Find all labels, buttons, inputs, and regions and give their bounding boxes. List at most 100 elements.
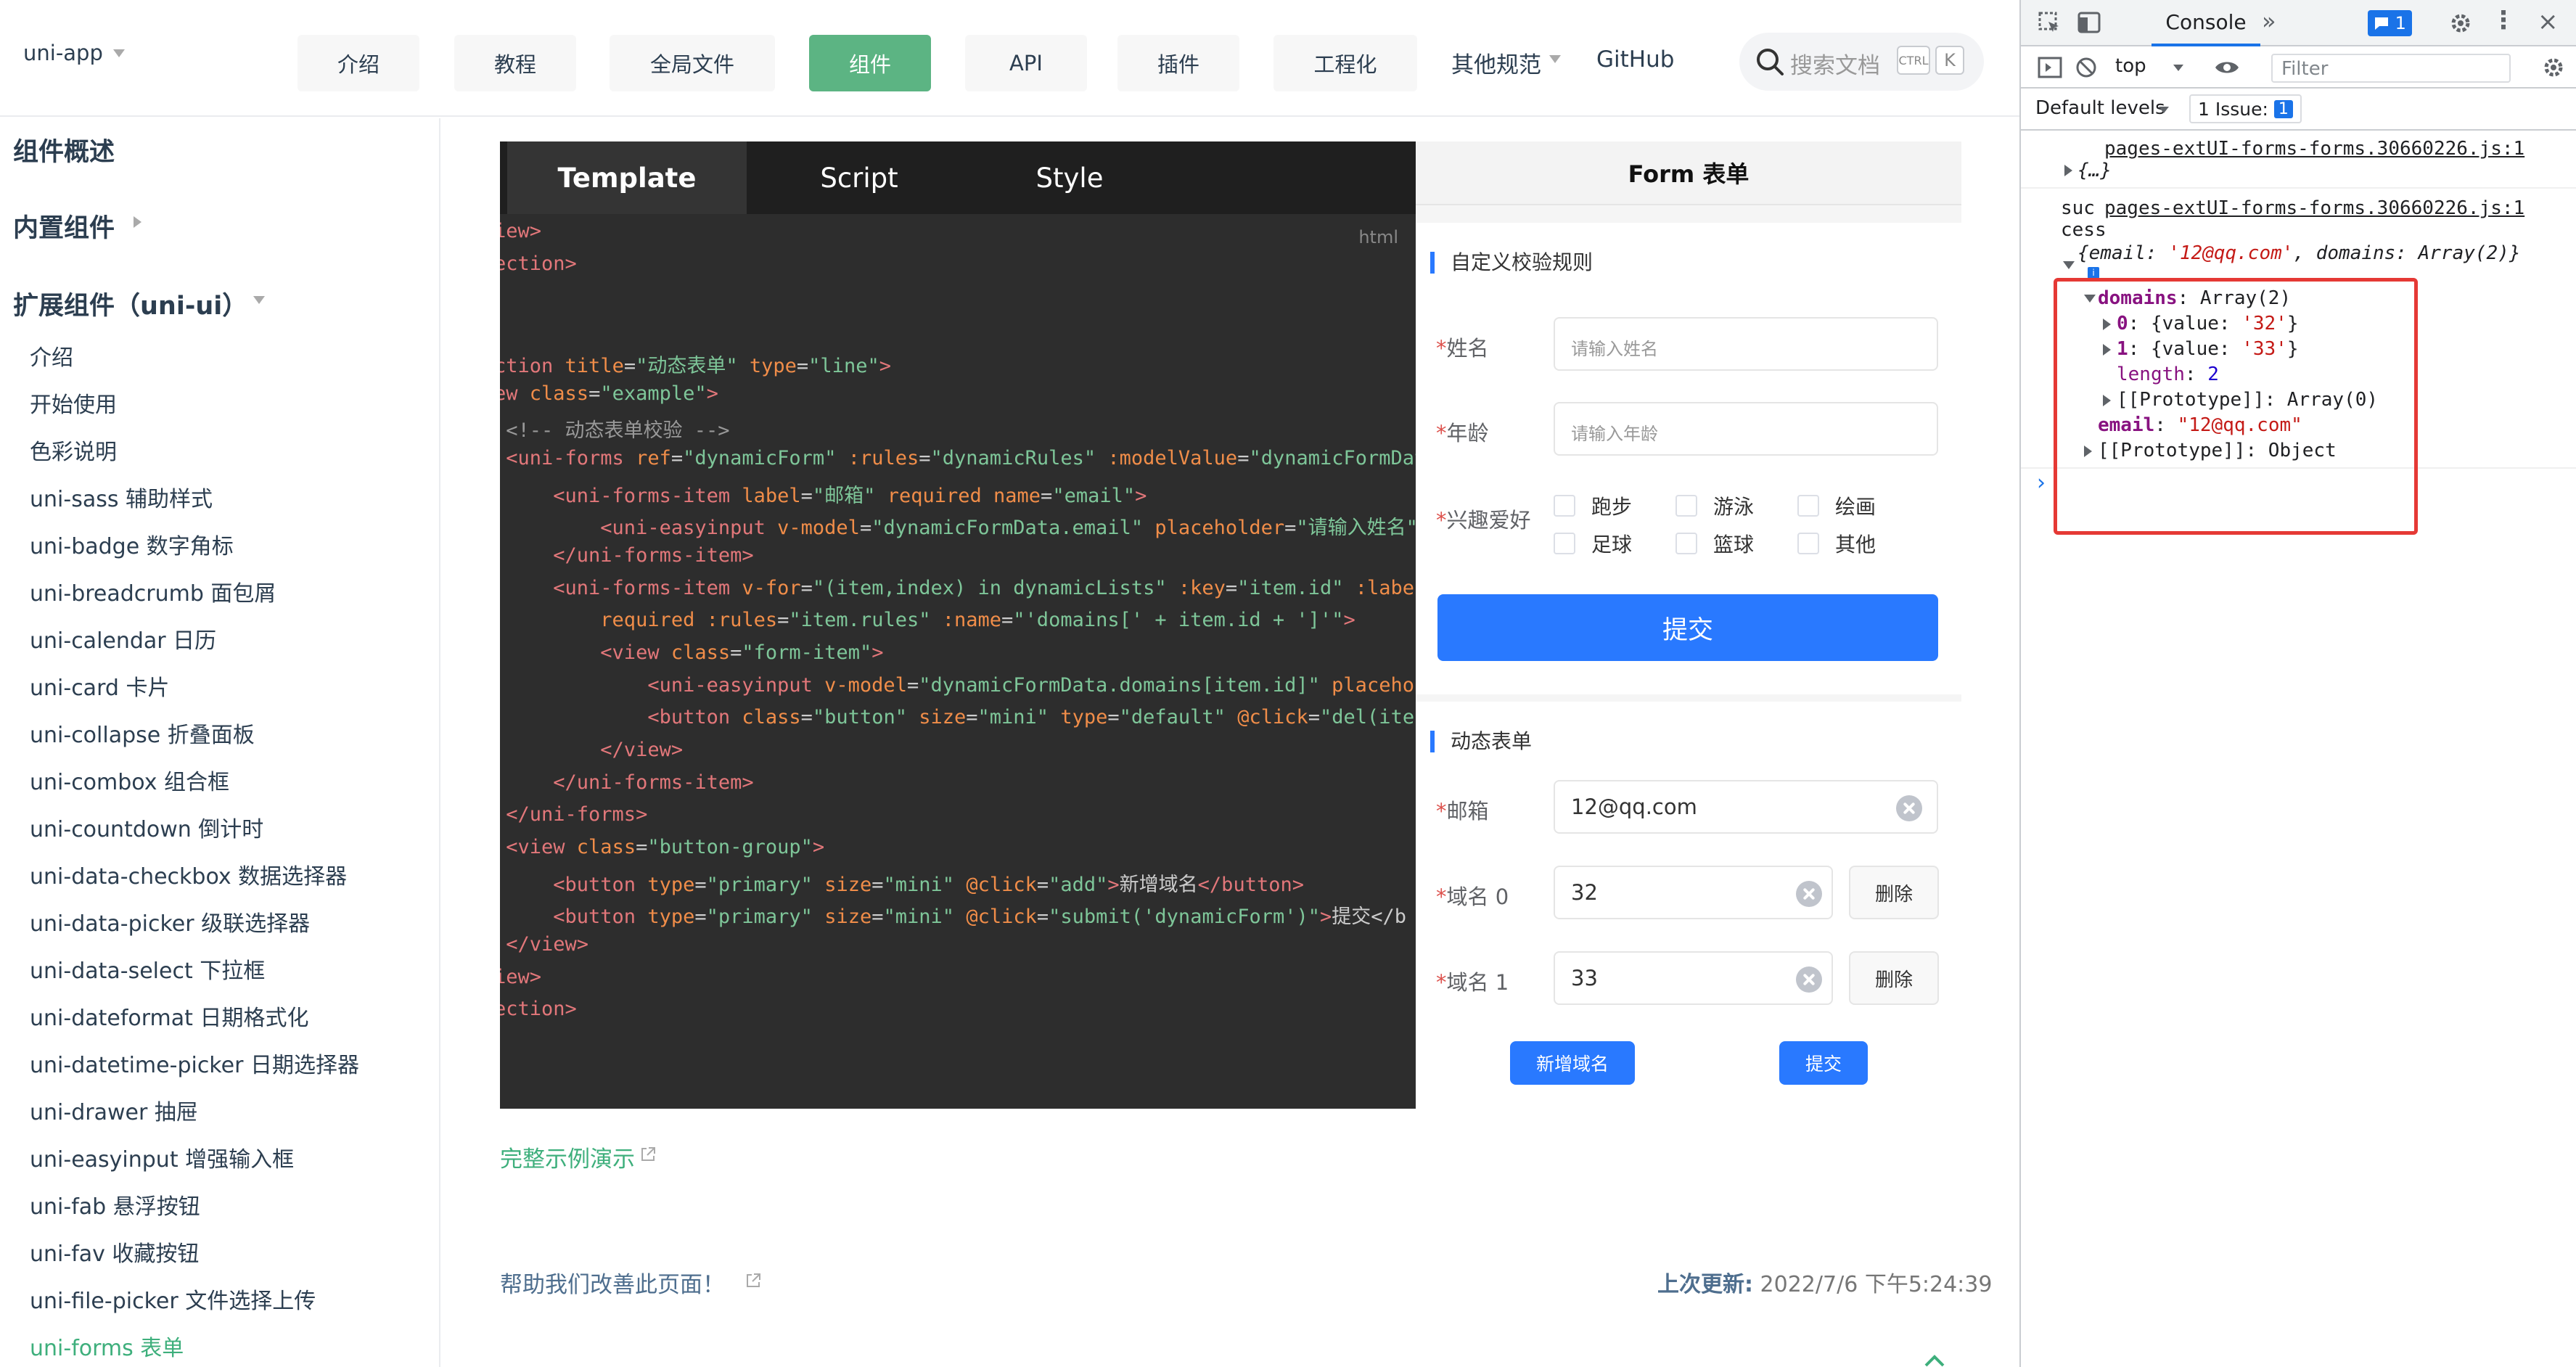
filter-input[interactable]: Filter — [2271, 54, 2511, 83]
sidebar-item[interactable]: uni-calendar 日历 — [30, 623, 216, 654]
nav-intro[interactable]: 介绍 — [298, 35, 419, 91]
nav-other-specs[interactable]: 其他规范 — [1451, 46, 1541, 79]
sidebar-item[interactable]: uni-drawer 抽屉 — [30, 1094, 198, 1126]
sidebar-heading-overview[interactable]: 组件概述 — [13, 131, 115, 168]
add-domain-button[interactable]: 新增域名 — [1510, 1041, 1635, 1085]
brand-logo[interactable]: uni-app — [23, 41, 103, 65]
nav-engineering[interactable]: 工程化 — [1273, 35, 1417, 91]
sidebar-item[interactable]: 介绍 — [30, 340, 73, 371]
sidebar-item[interactable]: uni-sass 辅助样式 — [30, 481, 213, 513]
expand-arrow-icon[interactable] — [2064, 165, 2072, 176]
name-input[interactable]: 请输入姓名 — [1554, 317, 1938, 371]
nav-global-files[interactable]: 全局文件 — [610, 35, 775, 91]
gear-icon[interactable] — [2540, 54, 2567, 81]
hobby-checkbox[interactable]: 游泳 — [1675, 491, 1754, 520]
full-demo-link[interactable]: 完整示例演示 — [500, 1141, 635, 1173]
domain-input[interactable]: 33 — [1554, 951, 1833, 1005]
more-menu-icon[interactable]: ⋮ — [2491, 6, 2516, 35]
sidebar-item[interactable]: 色彩说明 — [30, 434, 117, 466]
levels-select[interactable]: Default levels — [2035, 97, 2165, 119]
submit-button[interactable]: 提交 — [1779, 1041, 1868, 1085]
sidebar-item[interactable]: uni-card 卡片 — [30, 670, 169, 702]
sidebar-item[interactable]: uni-datetime-picker 日期选择器 — [30, 1047, 359, 1079]
sidebar-item[interactable]: uni-combox 组合框 — [30, 764, 229, 796]
tab-console[interactable]: Console — [2152, 0, 2260, 46]
tab-template[interactable]: Template — [507, 141, 747, 214]
source-link[interactable]: pages-extUI-forms-forms.30660226.js:1 — [2104, 197, 2524, 219]
help-improve-link[interactable]: 帮助我们改善此页面！ — [500, 1266, 725, 1299]
domain-input[interactable]: 32 — [1554, 866, 1833, 919]
sidebar-item[interactable]: uni-data-select 下拉框 — [30, 953, 265, 985]
sidebar-item[interactable]: uni-data-picker 级联选择器 — [30, 906, 310, 937]
clear-icon[interactable] — [1896, 795, 1922, 821]
nav-components[interactable]: 组件 — [809, 35, 931, 91]
brand-dropdown-icon[interactable] — [113, 49, 125, 57]
code-line: iew> — [500, 966, 542, 988]
back-to-top-icon[interactable] — [1924, 1354, 1945, 1367]
submit-button[interactable]: 提交 — [1437, 594, 1938, 661]
messages-badge[interactable]: 1 — [2368, 10, 2412, 36]
sidebar-item[interactable]: uni-data-checkbox 数据选择器 — [30, 858, 347, 890]
dynamic-form-section: 动态表单 *邮箱 12@qq.com *域名 0 32 删除 *域名 1 33 … — [1416, 702, 1961, 1109]
chevron-right-icon[interactable] — [134, 216, 141, 228]
device-toolbar-icon[interactable] — [2076, 10, 2102, 36]
gear-icon[interactable] — [2448, 10, 2474, 36]
code-line: <uni-easyinput v-model="dynamicFormData.… — [500, 674, 1414, 697]
sidebar-item[interactable]: uni-easyinput 增强输入框 — [30, 1141, 294, 1173]
close-icon[interactable]: × — [2538, 7, 2559, 36]
collapse-arrow-icon[interactable] — [2063, 261, 2075, 269]
sidebar-item[interactable]: uni-badge 数字角标 — [30, 528, 234, 560]
sidebar-item[interactable]: uni-countdown 倒计时 — [30, 811, 263, 843]
delete-button[interactable]: 删除 — [1849, 866, 1939, 919]
kbd-ctrl: CTRL — [1897, 46, 1930, 75]
code-line: <uni-forms ref="dynamicForm" :rules="dyn… — [500, 447, 1416, 469]
hobby-checkbox[interactable]: 绘画 — [1797, 491, 1876, 520]
hobby-checkbox[interactable]: 篮球 — [1675, 529, 1754, 558]
sidebar-item[interactable]: uni-forms 表单 — [30, 1330, 184, 1362]
nav-github[interactable]: GitHub — [1596, 46, 1674, 73]
delete-button[interactable]: 删除 — [1849, 951, 1939, 1005]
sidebar-item[interactable]: uni-fab 悬浮按钮 — [30, 1189, 200, 1220]
sidebar-heading-extended[interactable]: 扩展组件（uni-ui） — [13, 285, 247, 322]
eye-icon[interactable] — [2214, 54, 2240, 81]
hobby-checkbox[interactable]: 跑步 — [1554, 491, 1632, 520]
chevron-down-icon[interactable] — [2159, 107, 2169, 113]
console-prompt-icon[interactable]: › — [2037, 470, 2046, 496]
chevron-down-icon[interactable] — [253, 296, 265, 304]
sidebar-item[interactable]: uni-collapse 折叠面板 — [30, 717, 255, 749]
email-input[interactable]: 12@qq.com — [1554, 780, 1938, 834]
info-icon[interactable]: i — [2088, 267, 2099, 279]
nav-plugins[interactable]: 插件 — [1117, 35, 1239, 91]
sidebar-item[interactable]: uni-dateformat 日期格式化 — [30, 1000, 308, 1032]
sidebar-item[interactable]: uni-fav 收藏按钮 — [30, 1236, 199, 1268]
context-select[interactable]: top — [2115, 55, 2146, 77]
hobby-checkbox[interactable]: 其他 — [1797, 529, 1876, 558]
more-tabs-icon[interactable]: » — [2262, 7, 2276, 35]
clear-icon[interactable] — [1796, 881, 1822, 907]
message-icon — [2375, 17, 2388, 30]
sidebar-heading-builtin[interactable]: 内置组件 — [13, 208, 115, 245]
age-input[interactable]: 请输入年龄 — [1554, 402, 1938, 456]
clear-icon[interactable] — [1796, 966, 1822, 993]
search-box[interactable]: 搜索文档 CTRL K — [1739, 33, 1984, 91]
source-link[interactable]: pages-extUI-forms-forms.30660226.js:1 — [2104, 138, 2524, 160]
sidebar-item[interactable]: 开始使用 — [30, 387, 117, 419]
chevron-down-icon[interactable] — [1549, 55, 1561, 63]
hobby-checkbox[interactable]: 足球 — [1554, 529, 1632, 558]
sidebar-toggle-icon[interactable] — [2037, 54, 2063, 81]
tab-style[interactable]: Style — [972, 141, 1168, 214]
tab-script[interactable]: Script — [747, 141, 972, 214]
code-line: <uni-forms-item v-for="(item,index) in d… — [500, 577, 1416, 599]
sidebar-item[interactable]: uni-breadcrumb 面包屑 — [30, 575, 276, 607]
nav-api[interactable]: API — [965, 35, 1087, 91]
last-updated: 上次更新: 2022/7/6 下午5:24:39 — [1657, 1272, 1993, 1297]
nav-tutorial[interactable]: 教程 — [454, 35, 576, 91]
inspect-icon[interactable] — [2037, 10, 2063, 36]
devtools-tabbar: Console » 1 ⋮ × — [2021, 0, 2576, 46]
log-object[interactable]: {…} — [2077, 160, 2112, 181]
chevron-down-icon[interactable] — [2173, 65, 2183, 71]
code-line: </view> — [500, 933, 589, 956]
issues-button[interactable]: 1 Issue: 1 — [2189, 94, 2302, 123]
sidebar-item[interactable]: uni-file-picker 文件选择上传 — [30, 1283, 316, 1315]
clear-console-icon[interactable] — [2073, 54, 2099, 81]
